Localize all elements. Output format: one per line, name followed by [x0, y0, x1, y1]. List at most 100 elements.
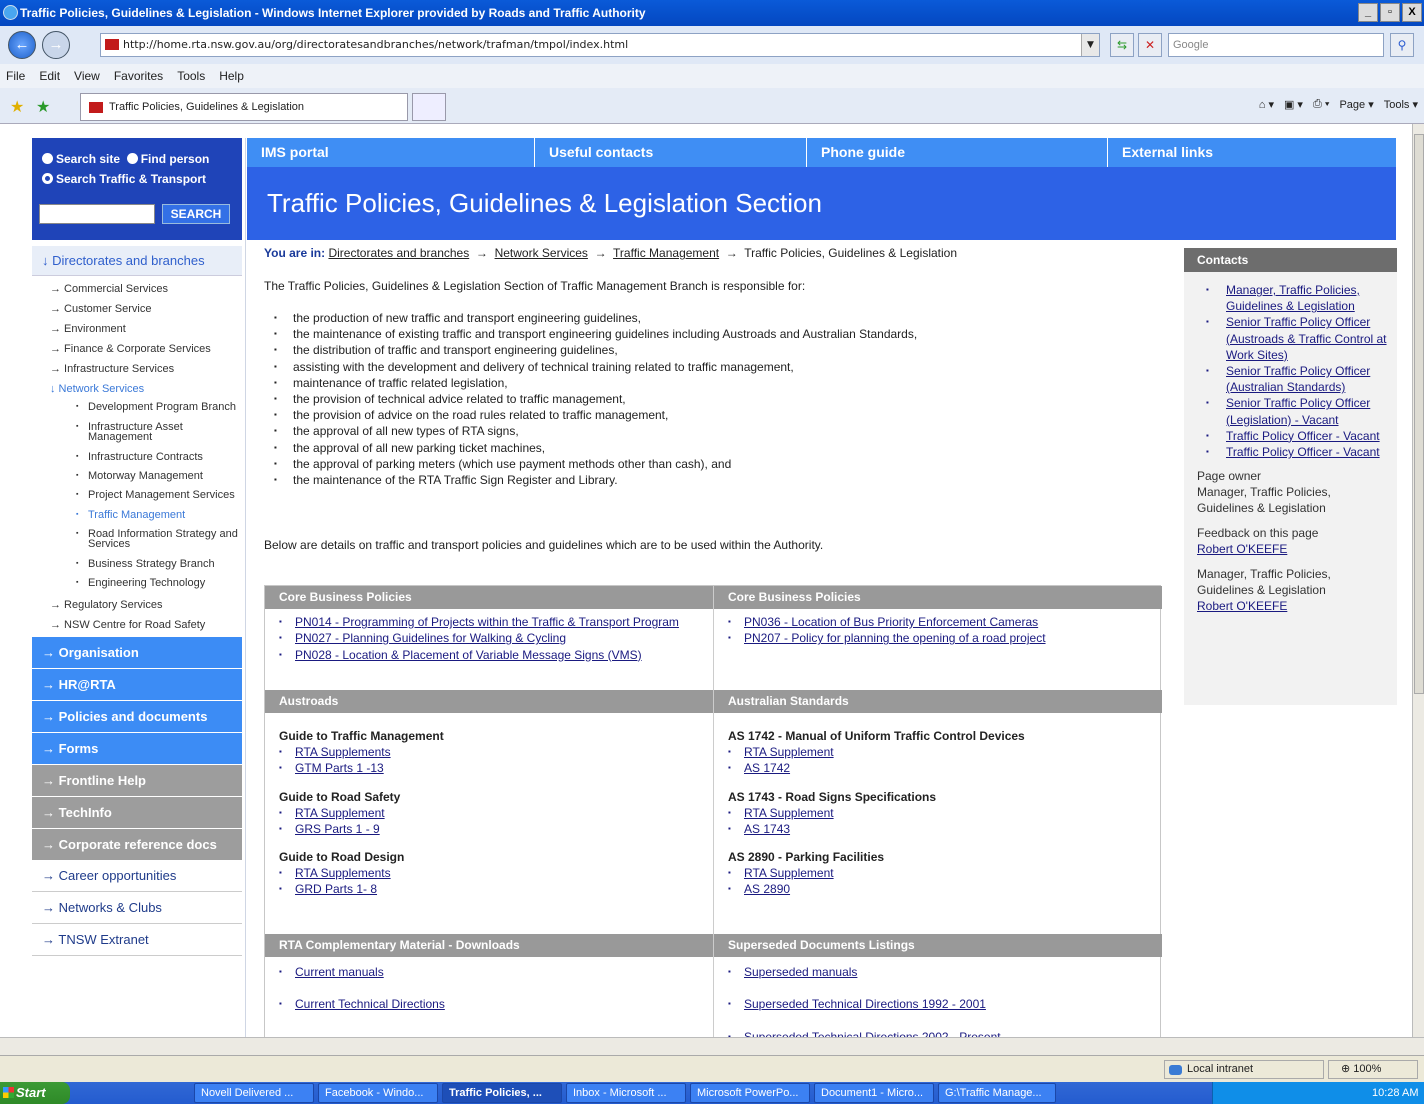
- nav-regulatory-services[interactable]: → Regulatory Services: [32, 598, 242, 612]
- nav-infrastructure-asset[interactable]: Infrastructure Asset Management: [32, 422, 242, 443]
- nav-external-links[interactable]: External links: [1107, 138, 1213, 167]
- task-traffic-policies[interactable]: Traffic Policies, ...: [442, 1083, 562, 1103]
- breadcrumb-network[interactable]: Network Services: [495, 246, 588, 260]
- nav-finance[interactable]: → Finance & Corporate Services: [32, 342, 242, 356]
- breadcrumb-traffic-management[interactable]: Traffic Management: [613, 246, 719, 260]
- manager-contact-link[interactable]: Robert O'KEEFE: [1184, 598, 1397, 614]
- contact-link[interactable]: Senior Traffic Policy Officer (Australia…: [1184, 363, 1397, 395]
- link-superseded-2002[interactable]: Superseded Technical Directions 2002 - P…: [714, 1029, 1162, 1037]
- menu-edit[interactable]: Edit: [39, 64, 60, 88]
- link-superseded-manuals[interactable]: Superseded manuals: [714, 964, 1162, 981]
- link-grs-parts[interactable]: GRS Parts 1 - 9: [265, 821, 713, 838]
- link-as1742[interactable]: AS 1742: [714, 760, 1162, 777]
- task-document1[interactable]: Document1 - Micro...: [814, 1083, 934, 1103]
- nav-policies-documents[interactable]: → Policies and documents: [32, 701, 242, 732]
- nav-useful-contacts[interactable]: Useful contacts: [534, 138, 653, 167]
- nav-organisation[interactable]: → Organisation: [32, 637, 242, 668]
- menu-tools[interactable]: Tools: [177, 64, 205, 88]
- link-as2890[interactable]: AS 2890: [714, 881, 1162, 898]
- nav-ims-portal[interactable]: IMS portal: [247, 138, 329, 167]
- link-gtm-parts[interactable]: GTM Parts 1 -13: [265, 760, 713, 777]
- link-grd-parts[interactable]: GRD Parts 1- 8: [265, 881, 713, 898]
- contact-link[interactable]: Manager, Traffic Policies, Guidelines & …: [1184, 282, 1397, 314]
- feedback-contact-link[interactable]: Robert O'KEEFE: [1184, 541, 1397, 557]
- radio-search-traffic[interactable]: [42, 173, 53, 184]
- menu-favorites[interactable]: Favorites: [114, 64, 163, 88]
- nav-infrastructure-contracts[interactable]: Infrastructure Contracts: [32, 452, 242, 463]
- nav-project-management[interactable]: Project Management Services: [32, 490, 242, 501]
- tools-menu[interactable]: Tools ▾: [1384, 98, 1418, 111]
- favorites-star-icon[interactable]: ★: [10, 97, 24, 117]
- menu-view[interactable]: View: [74, 64, 100, 88]
- nav-phone-guide[interactable]: Phone guide: [806, 138, 905, 167]
- nav-motorway-management[interactable]: Motorway Management: [32, 471, 242, 482]
- breadcrumb-directorates[interactable]: Directorates and branches: [328, 246, 469, 260]
- url-dropdown-icon[interactable]: ▼: [1081, 34, 1099, 56]
- nav-hr[interactable]: → HR@RTA: [32, 669, 242, 700]
- nav-engineering-technology[interactable]: Engineering Technology: [32, 578, 242, 589]
- task-folder[interactable]: G:\Traffic Manage...: [938, 1083, 1056, 1103]
- nav-commercial-services[interactable]: → Commercial Services: [32, 282, 242, 296]
- contact-link[interactable]: Senior Traffic Policy Officer (Austroads…: [1184, 314, 1397, 363]
- nav-customer-service[interactable]: → Customer Service: [32, 302, 242, 316]
- task-inbox[interactable]: Inbox - Microsoft ...: [566, 1083, 686, 1103]
- page-menu[interactable]: Page ▾: [1339, 98, 1373, 111]
- link-as1743[interactable]: AS 1743: [714, 821, 1162, 838]
- link-pn036[interactable]: PN036 - Location of Bus Priority Enforce…: [714, 614, 1162, 631]
- task-facebook[interactable]: Facebook - Windo...: [318, 1083, 438, 1103]
- minimize-button[interactable]: _: [1358, 3, 1378, 22]
- back-button[interactable]: ←: [8, 31, 36, 59]
- forward-button[interactable]: →: [42, 31, 70, 59]
- maximize-button[interactable]: ▫: [1380, 3, 1400, 22]
- scroll-thumb[interactable]: [1414, 134, 1424, 694]
- feeds-icon[interactable]: ▣ ▾: [1284, 98, 1303, 111]
- link-current-tech-directions[interactable]: Current Technical Directions: [265, 996, 713, 1013]
- nav-environment[interactable]: → Environment: [32, 322, 242, 336]
- home-icon[interactable]: ⌂ ▾: [1259, 98, 1274, 111]
- nav-centre-road-safety[interactable]: → NSW Centre for Road Safety: [32, 618, 242, 632]
- nav-development-program[interactable]: Development Program Branch: [32, 402, 242, 413]
- site-search-input[interactable]: [39, 204, 155, 224]
- start-button[interactable]: Start: [0, 1082, 70, 1104]
- link-current-manuals[interactable]: Current manuals: [265, 964, 713, 981]
- link-grd-supplements[interactable]: RTA Supplements: [265, 865, 713, 882]
- close-button[interactable]: X: [1402, 3, 1422, 22]
- radio-search-site[interactable]: [42, 153, 53, 164]
- link-pn014[interactable]: PN014 - Programming of Projects within t…: [265, 614, 695, 631]
- link-superseded-1992[interactable]: Superseded Technical Directions 1992 - 2…: [714, 996, 1162, 1013]
- nav-road-information[interactable]: Road Information Strategy and Services: [32, 529, 242, 550]
- link-grs-supplement[interactable]: RTA Supplement: [265, 805, 713, 822]
- search-go-icon[interactable]: ⚲: [1390, 33, 1414, 57]
- link-as1743-supplement[interactable]: RTA Supplement: [714, 805, 1162, 822]
- menu-help[interactable]: Help: [219, 64, 244, 88]
- task-novell[interactable]: Novell Delivered ...: [194, 1083, 314, 1103]
- nav-business-strategy[interactable]: Business Strategy Branch: [32, 559, 242, 570]
- nav-forms[interactable]: → Forms: [32, 733, 242, 764]
- search-input[interactable]: Google: [1168, 33, 1384, 57]
- zoom-control[interactable]: ⊕ 100%: [1328, 1060, 1418, 1079]
- refresh-button[interactable]: ⇆: [1110, 33, 1134, 57]
- link-as1742-supplement[interactable]: RTA Supplement: [714, 744, 1162, 761]
- link-pn027[interactable]: PN027 - Planning Guidelines for Walking …: [265, 630, 695, 647]
- contact-link[interactable]: Traffic Policy Officer - Vacant: [1184, 444, 1397, 460]
- nav-traffic-management[interactable]: Traffic Management: [32, 510, 242, 521]
- link-gtm-supplements[interactable]: RTA Supplements: [265, 744, 713, 761]
- nav-infrastructure-services[interactable]: → Infrastructure Services: [32, 362, 242, 376]
- link-pn207[interactable]: PN207 - Policy for planning the opening …: [714, 630, 1162, 647]
- stop-button[interactable]: ✕: [1138, 33, 1162, 57]
- link-as2890-supplement[interactable]: RTA Supplement: [714, 865, 1162, 882]
- nav-network-services[interactable]: ↓ Network Services: [32, 382, 242, 396]
- task-powerpoint[interactable]: Microsoft PowerPo...: [690, 1083, 810, 1103]
- browser-tab[interactable]: Traffic Policies, Guidelines & Legislati…: [80, 93, 408, 121]
- radio-find-person[interactable]: [126, 153, 138, 164]
- nav-techinfo[interactable]: → TechInfo: [32, 797, 242, 828]
- url-field[interactable]: http://home.rta.nsw.gov.au/org/directora…: [100, 33, 1100, 57]
- vertical-scrollbar[interactable]: [1412, 124, 1424, 1037]
- horizontal-scrollbar[interactable]: [0, 1037, 1424, 1055]
- nav-networks-clubs[interactable]: → Networks & Clubs: [32, 892, 242, 924]
- contact-link[interactable]: Traffic Policy Officer - Vacant: [1184, 428, 1397, 444]
- nav-tnsw-extranet[interactable]: → TNSW Extranet: [32, 924, 242, 956]
- directorates-header[interactable]: ↓ Directorates and branches: [32, 246, 242, 276]
- search-button[interactable]: SEARCH: [162, 204, 230, 224]
- nav-corporate-reference[interactable]: → Corporate reference docs: [32, 829, 242, 860]
